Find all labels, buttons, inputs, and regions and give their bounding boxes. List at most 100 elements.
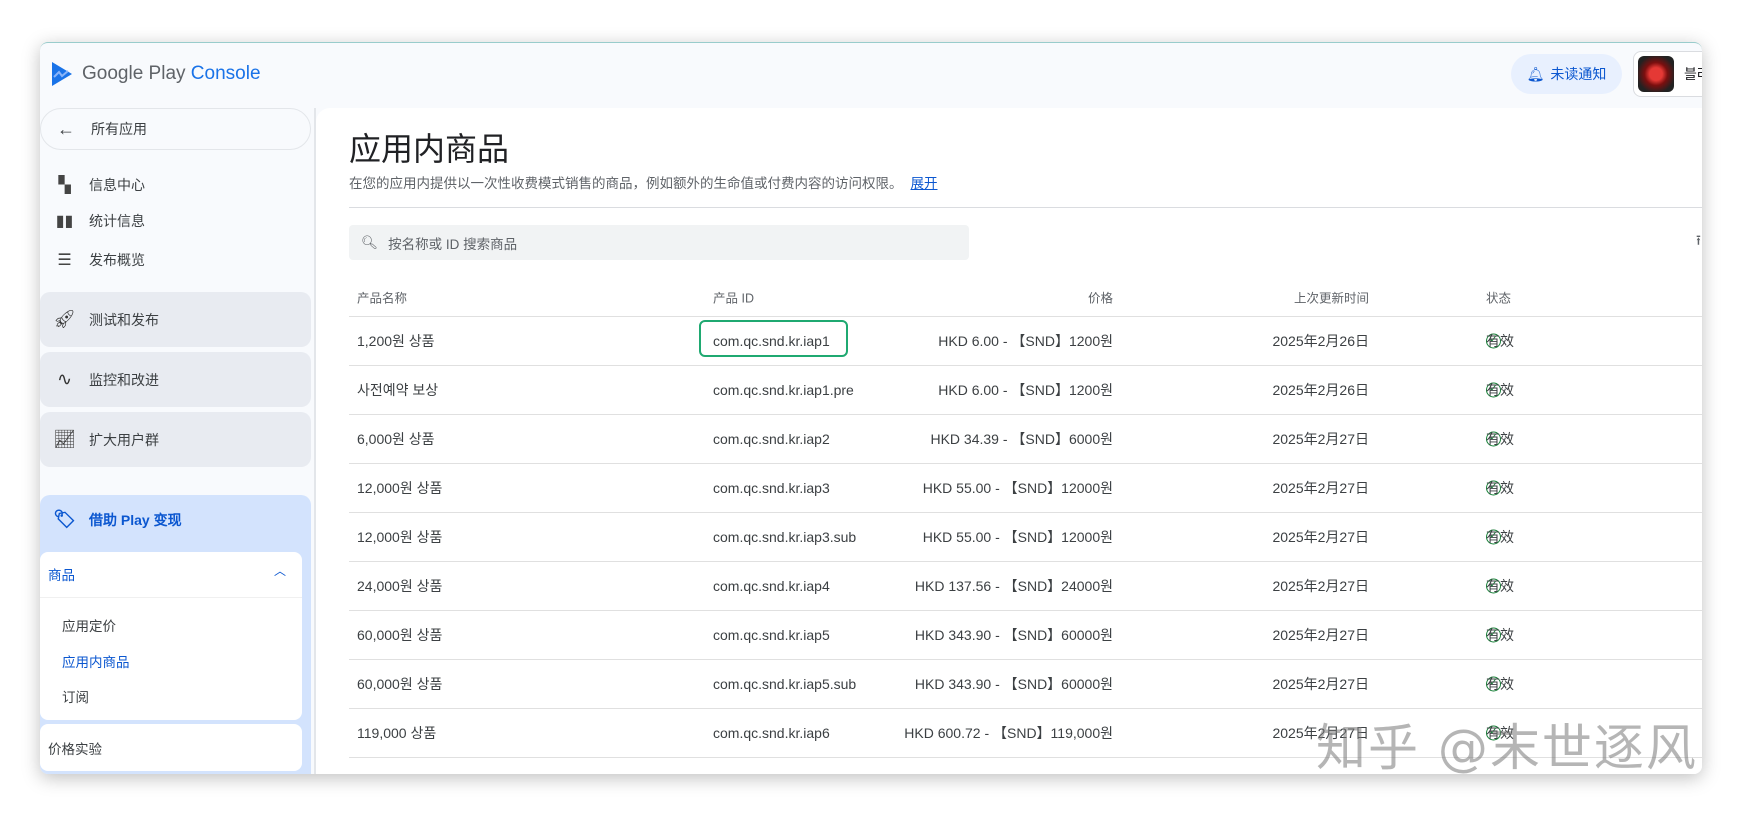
divider <box>40 597 302 598</box>
sidebar-group-monetize: 🏷︎ 借助 Play 变现 商品 ︿ 应用定价 应用内商品 订阅 价格实验 <box>40 495 311 774</box>
status-text: 有效 <box>1486 529 1514 545</box>
vitals-icon: ∿ <box>56 369 73 389</box>
table-row[interactable]: 1,200원 상품 com.qc.snd.kr.iap1 HKD 6.00 - 【S… <box>349 317 1702 366</box>
sidebar: ← 所有应用 ▚ 信息中心 ▮▮ 统计信息 ☰ 发布概览 🚀︎ 测试和发布 ∿ 监控和改进 … <box>40 108 311 774</box>
price: HKD 34.39 - 【SND】6000원 <box>930 431 1113 447</box>
upload-icon: ⭱ <box>1696 232 1701 248</box>
price-experiments-label: 价格实验 <box>48 742 102 757</box>
rocket-icon: 🚀︎ <box>53 309 76 329</box>
table-row[interactable]: 사전예약 보상 com.qc.snd.kr.iap1.pre HKD 6.00 - … <box>349 366 1702 415</box>
notifications-label: 未读通知 <box>1550 66 1607 82</box>
table-row[interactable]: 12,000원 상품 com.qc.snd.kr.iap3 HKD 55.00 - … <box>349 464 1702 513</box>
sidebar-group-grow[interactable]: 📈︎ 扩大用户群 <box>40 412 311 467</box>
sidebar-subitem-subscriptions[interactable]: 订阅 <box>62 686 89 706</box>
product-id: com.qc.snd.kr.iap3.sub <box>713 529 857 545</box>
search-input[interactable]: 🔍︎ 按名称或 ID 搜索商品 <box>349 225 969 260</box>
bell-icon: 🔔︎ <box>1526 65 1545 82</box>
monetize-label: 借助 Play 变现 <box>89 511 182 528</box>
brand-text-console: Console <box>190 63 261 84</box>
sidebar-item-dashboard[interactable]: ▚ 信息中心 <box>40 171 145 199</box>
updated-date: 2025年2月26日 <box>1272 382 1369 398</box>
sidebar-group-label: 测试和发布 <box>89 311 159 328</box>
updated-date: 2025年2月27日 <box>1272 529 1369 545</box>
all-apps-button[interactable]: ← 所有应用 <box>40 108 311 150</box>
table-row[interactable]: 24,000원 상품 com.qc.snd.kr.iap4 HKD 137.56 -… <box>349 562 1702 611</box>
product-id: com.qc.snd.kr.iap1 <box>713 333 830 349</box>
price: HKD 55.00 - 【SND】12000원 <box>922 529 1113 545</box>
product-id: com.qc.snd.kr.iap5.sub <box>713 676 857 692</box>
column-header-updated[interactable]: 上次更新时间 <box>1294 288 1369 307</box>
product-name: 60,000원 상품 <box>357 676 443 692</box>
search-icon: 🔍︎ <box>361 234 379 250</box>
table-header: 产品名称 产品 ID 价格 上次更新时间 状态 <box>349 278 1702 317</box>
product-name: 119,000 상품 <box>357 725 437 741</box>
monetize-header[interactable]: 🏷︎ 借助 Play 变现 <box>40 509 182 530</box>
schedule-list-icon: ☰ <box>57 252 72 269</box>
updated-date: 2025年2月27日 <box>1272 627 1369 643</box>
price: HKD 6.00 - 【SND】1200원 <box>938 333 1113 349</box>
top-bar: Google Play Console 🔔︎ 未读通知 블러 <box>40 43 1702 108</box>
table-row[interactable]: 6,000원 상품 com.qc.snd.kr.iap2 HKD 34.39 - 【… <box>349 415 1702 464</box>
column-header-price[interactable]: 价格 <box>1088 288 1113 307</box>
expand-link[interactable]: 展开 <box>911 176 938 191</box>
product-id: com.qc.snd.kr.iap6 <box>713 725 830 741</box>
status-text: 有效 <box>1486 627 1514 643</box>
updated-date: 2025年2月27日 <box>1272 480 1369 496</box>
product-name: 24,000원 상품 <box>357 578 443 594</box>
play-console-icon <box>52 62 72 86</box>
sidebar-group-monitor[interactable]: ∿ 监控和改进 <box>40 352 311 407</box>
product-id: com.qc.snd.kr.iap1.pre <box>713 382 854 398</box>
page-description: 在您的应用内提供以一次性收费模式销售的商品，例如额外的生命值或付费内容的访问权限… <box>349 172 938 192</box>
column-header-name[interactable]: 产品名称 <box>357 288 407 307</box>
price-experiments[interactable]: 价格实验 <box>40 724 302 771</box>
play-console-logo[interactable]: Google Play Console <box>50 61 261 87</box>
status-text: 有效 <box>1486 431 1514 447</box>
dashboard-icon: ▚ <box>58 177 71 194</box>
sidebar-subitem-app-pricing[interactable]: 应用定价 <box>62 615 116 635</box>
column-header-id[interactable]: 产品 ID <box>713 288 754 307</box>
app-switcher[interactable]: 블러 <box>1633 51 1702 97</box>
column-header-status[interactable]: 状态 <box>1486 288 1511 307</box>
sidebar-item-label: 信息中心 <box>89 177 145 193</box>
watermark: 知乎 @末世逐风 <box>1316 719 1698 777</box>
product-name: 1,200원 상품 <box>357 333 435 349</box>
search-placeholder: 按名称或 ID 搜索商品 <box>388 236 518 252</box>
status-text: 有效 <box>1486 578 1514 594</box>
products-table: 产品名称 产品 ID 价格 上次更新时间 状态 1,200원 상품 com.qc.… <box>349 278 1702 774</box>
chevron-up-icon[interactable]: ︿ <box>274 562 286 579</box>
product-name: 60,000원 상품 <box>357 627 443 643</box>
sidebar-item-label: 发布概览 <box>89 252 145 268</box>
sidebar-item-publishing[interactable]: ☰ 发布概览 <box>40 246 145 274</box>
app-avatar <box>1638 56 1674 92</box>
sidebar-subitem-in-app-products[interactable]: 应用内商品 <box>62 651 130 671</box>
table-row[interactable]: 12,000원 상품 com.qc.snd.kr.iap3.sub HKD 55.0… <box>349 513 1702 562</box>
browser-window: Google Play Console 🔔︎ 未读通知 블러 ← 所有应用 ▚ 信息… <box>40 42 1702 774</box>
product-id: com.qc.snd.kr.iap3 <box>713 480 830 496</box>
price: HKD 137.56 - 【SND】24000원 <box>914 578 1113 594</box>
price: HKD 55.00 - 【SND】12000원 <box>922 480 1113 496</box>
description-text: 在您的应用内提供以一次性收费模式销售的商品，例如额外的生命值或付费内容的访问权限… <box>349 176 903 191</box>
export-button[interactable]: ⭱ 导出 <box>1696 230 1702 254</box>
product-name: 12,000원 상품 <box>357 529 443 545</box>
arrow-left-icon: ← <box>57 118 75 139</box>
table-row[interactable]: 60,000원 상품 com.qc.snd.kr.iap5 HKD 343.90 -… <box>349 611 1702 660</box>
products-section-label[interactable]: 商品 <box>48 564 75 584</box>
sidebar-item-statistics[interactable]: ▮▮ 统计信息 <box>40 207 145 235</box>
notifications-button[interactable]: 🔔︎ 未读通知 <box>1511 54 1622 94</box>
growth-icon: 📈︎ <box>53 429 76 449</box>
product-id: com.qc.snd.kr.iap2 <box>713 431 830 447</box>
table-row[interactable]: 60,000원 상품 com.qc.snd.kr.iap5.sub HKD 343.… <box>349 660 1702 709</box>
updated-date: 2025年2月27日 <box>1272 431 1369 447</box>
page-title: 应用内商品 <box>349 131 510 167</box>
sidebar-group-label: 扩大用户群 <box>89 431 159 448</box>
sidebar-group-test-release[interactable]: 🚀︎ 测试和发布 <box>40 292 311 347</box>
price: HKD 6.00 - 【SND】1200원 <box>938 382 1113 398</box>
status-text: 有效 <box>1486 382 1514 398</box>
product-id: com.qc.snd.kr.iap4 <box>713 578 830 594</box>
all-apps-label: 所有应用 <box>91 121 147 137</box>
updated-date: 2025年2月26日 <box>1272 333 1369 349</box>
updated-date: 2025年2月27日 <box>1272 578 1369 594</box>
main-content: 应用内商品 在您的应用内提供以一次性收费模式销售的商品，例如额外的生命值或付费内… <box>316 108 1702 774</box>
tag-icon: 🏷︎ <box>53 509 76 529</box>
divider <box>349 207 1702 208</box>
